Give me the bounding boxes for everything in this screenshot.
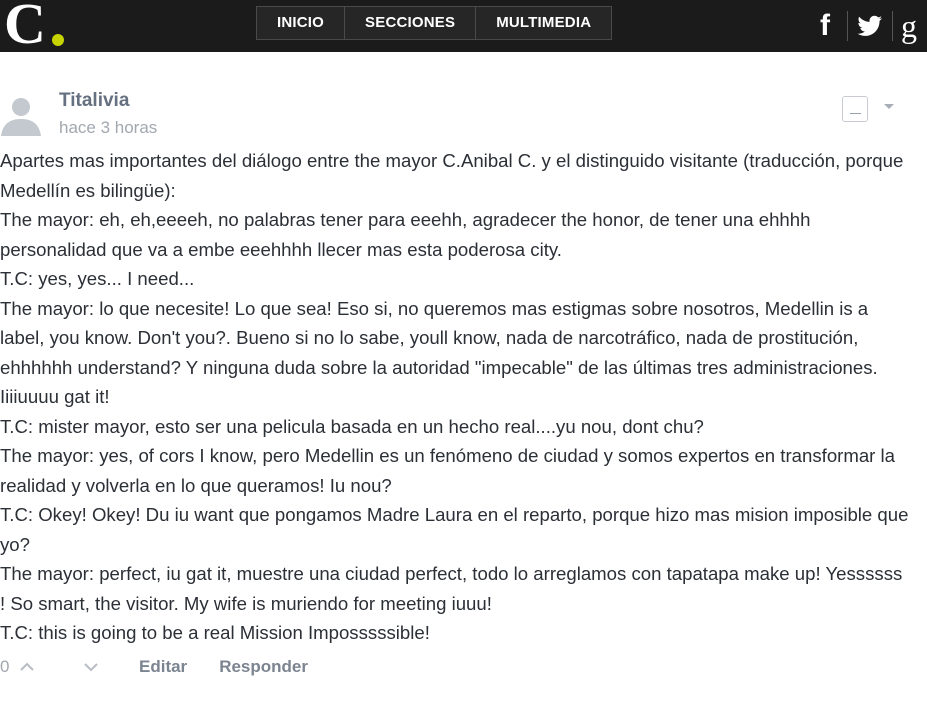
comment-line: T.C: Okey! Okey! Du iu want que pongamos… (0, 504, 909, 555)
upvote-icon[interactable] (20, 660, 34, 674)
social-links: f g (803, 0, 927, 52)
comment-line: The mayor: perfect, iu gat it, muestre u… (0, 563, 903, 614)
nav-multimedia[interactable]: MULTIMEDIA (476, 7, 612, 39)
logo-letter: C (4, 0, 46, 56)
main-nav: INICIO SECCIONES MULTIMEDIA (256, 6, 613, 40)
facebook-icon[interactable]: f (803, 8, 847, 44)
logo-dot-icon (52, 34, 64, 46)
comment-author[interactable]: Titalivia (59, 90, 129, 112)
site-logo[interactable]: C (4, 0, 46, 56)
comment-line: The mayor: yes, of cors I know, pero Med… (0, 445, 896, 496)
comment-body: Apartes mas importantes del diálogo entr… (0, 146, 912, 648)
edit-button[interactable]: Editar (139, 657, 187, 677)
comment-line: The mayor: lo que necesite! Lo que sea! … (0, 297, 878, 408)
comment-footer: 0 Editar Responder (0, 655, 308, 679)
minus-icon (850, 113, 861, 114)
nav-inicio[interactable]: INICIO (257, 7, 346, 39)
comment-line: T.C: this is going to be a real Mission … (0, 622, 430, 643)
chevron-down-icon[interactable] (884, 104, 894, 109)
comment-line: T.C: yes, yes... I need... (0, 268, 195, 289)
collapse-button[interactable] (842, 96, 868, 122)
twitter-icon[interactable] (848, 8, 892, 44)
vote-count: 0 (0, 657, 10, 676)
google-glyph: g (901, 8, 917, 44)
comment-line: The mayor: eh, eh,eeeeh, no palabras ten… (0, 209, 811, 260)
site-header: C INICIO SECCIONES MULTIMEDIA f g (0, 0, 927, 56)
avatar[interactable] (0, 94, 42, 136)
comment-timestamp[interactable]: hace 3 horas (59, 118, 157, 138)
comment-line: Apartes mas importantes del diálogo entr… (0, 150, 904, 201)
nav-secciones[interactable]: SECCIONES (345, 7, 477, 39)
downvote-icon[interactable] (84, 660, 98, 674)
google-plus-icon[interactable]: g (893, 8, 927, 44)
reply-button[interactable]: Responder (219, 657, 308, 677)
comment-line: T.C: mister mayor, esto ser una pelicula… (0, 415, 704, 437)
facebook-glyph: f (820, 9, 830, 42)
twitter-bird-icon (857, 15, 882, 36)
